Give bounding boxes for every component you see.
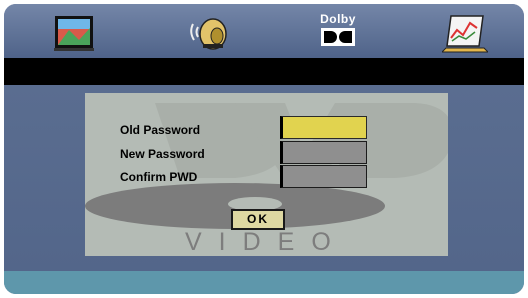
tab-general-setup[interactable] — [51, 10, 97, 54]
ok-button[interactable]: OK — [231, 209, 285, 230]
video-logo-text: VIDEO — [185, 228, 348, 256]
old-password-field[interactable] — [280, 116, 367, 139]
old-password-label: Old Password — [120, 123, 201, 137]
confirm-password-label: Confirm PWD — [120, 170, 198, 184]
tab-preferences[interactable] — [440, 10, 490, 54]
new-password-field[interactable] — [280, 141, 367, 164]
confirm-password-field[interactable] — [280, 165, 367, 188]
dolby-logo-icon — [321, 28, 355, 46]
menu-tab-bar: Dolby — [4, 4, 524, 58]
new-password-label: New Password — [120, 147, 205, 161]
tab-audio-setup[interactable] — [187, 10, 233, 54]
dolby-label: Dolby — [320, 12, 356, 26]
tab-dolby-setup[interactable]: Dolby — [316, 13, 360, 57]
speaker-icon — [190, 18, 227, 50]
info-bar — [4, 58, 524, 85]
help-bar — [4, 271, 524, 294]
tv-screen-icon — [54, 16, 94, 51]
preferences-chart-icon — [440, 15, 490, 53]
